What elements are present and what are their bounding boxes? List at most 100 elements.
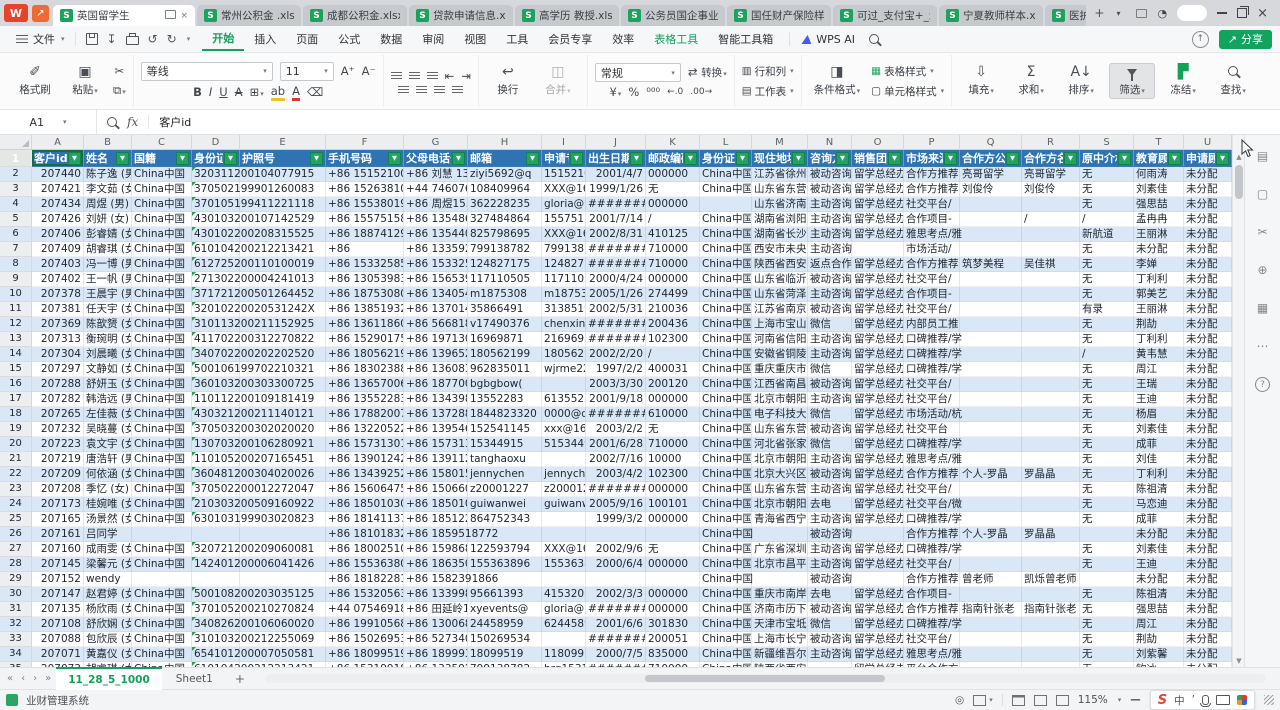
cell[interactable]: China中国 [700, 227, 752, 242]
table-header-cell[interactable]: 国籍▼ [132, 150, 192, 167]
cell[interactable]: 无 [1080, 632, 1134, 647]
cell[interactable]: 2002/9/6 [586, 542, 646, 557]
cell[interactable]: 微信 [808, 362, 852, 377]
cell[interactable]: 重庆重庆市 [752, 362, 808, 377]
cell[interactable]: 710000 [646, 257, 700, 272]
search-icon[interactable] [869, 34, 879, 44]
cell[interactable] [960, 302, 1022, 317]
cell[interactable] [1022, 392, 1080, 407]
cell[interactable]: 无 [1080, 482, 1134, 497]
cell[interactable]: 207208 [32, 482, 84, 497]
cell[interactable]: 微信 [808, 317, 852, 332]
cell[interactable]: ######## [586, 602, 646, 617]
cell[interactable]: 610104200212213421 [192, 662, 240, 667]
cell[interactable] [852, 572, 904, 587]
cell[interactable]: China中国 [700, 482, 752, 497]
cell[interactable] [960, 512, 1022, 527]
cell[interactable]: China中国 [132, 587, 192, 602]
cell[interactable]: 王迪 [1134, 392, 1184, 407]
cell[interactable]: 207402 [32, 272, 84, 287]
decrease-decimal-icon[interactable]: ←.0 [667, 87, 683, 97]
font-color-button[interactable]: A [292, 84, 300, 101]
cell[interactable] [960, 542, 1022, 557]
font-name-select[interactable]: 等线▾ [141, 62, 273, 81]
cell[interactable]: China中国 [132, 662, 192, 667]
menu-item[interactable]: 表格工具 [644, 28, 708, 50]
ime-punctuation-icon[interactable]: ’ [1192, 694, 1195, 706]
upgrade-icon[interactable]: ↑ [1192, 31, 1209, 48]
cell[interactable] [960, 482, 1022, 497]
cell[interactable]: 被动咨询 [808, 302, 852, 317]
file-tab[interactable]: S医护五险一金.xlsx [1045, 5, 1086, 26]
cell[interactable]: 成雨雯 (女 [84, 542, 132, 557]
cell[interactable]: 无 [1080, 617, 1134, 632]
cell[interactable]: +86 18101832 [326, 527, 404, 542]
cell[interactable]: +86 1372884680 [404, 407, 468, 422]
cell[interactable]: China中国 [700, 572, 752, 587]
cell[interactable]: China中国 [700, 257, 752, 272]
cell[interactable]: 未分配 [1184, 272, 1232, 287]
cell[interactable]: 799138782 [468, 662, 542, 667]
cell[interactable]: 207381 [32, 302, 84, 317]
cell[interactable]: 370502200012272047 [192, 482, 240, 497]
cell[interactable]: +86 1582391866 [404, 572, 468, 587]
export-icon[interactable]: ↧ [107, 32, 117, 46]
cell[interactable]: 留学总经办 [852, 347, 904, 362]
cell[interactable]: ######## [586, 407, 646, 422]
page-break-view-icon[interactable] [1056, 695, 1069, 706]
column-header[interactable]: I [542, 135, 586, 150]
menu-item[interactable]: 审阅 [412, 28, 454, 50]
cell[interactable]: 2003/4/2 [586, 467, 646, 482]
cell[interactable] [1022, 437, 1080, 452]
cell[interactable]: 207071 [32, 647, 84, 662]
cell[interactable]: 口碑推荐/学 [904, 542, 960, 557]
cell[interactable]: 陕西省西安 [752, 257, 808, 272]
cell[interactable]: China中国 [132, 647, 192, 662]
cell[interactable]: 去电 [808, 497, 852, 512]
cell[interactable]: 天津市宝坻 [752, 617, 808, 632]
cell[interactable] [1022, 452, 1080, 467]
cell[interactable]: 周煜 (男) [84, 197, 132, 212]
cell[interactable]: 无 [1080, 167, 1134, 182]
cell[interactable]: 108409964 [468, 182, 542, 197]
file-tab[interactable]: S可过_支付宝+_滴滴 [833, 5, 937, 26]
cell[interactable]: +86 13657006 [326, 377, 404, 392]
cell[interactable]: China中国 [700, 302, 752, 317]
cell[interactable]: 370105200210270824 [192, 602, 240, 617]
cell[interactable]: 口碑推荐/学 [904, 512, 960, 527]
cell[interactable]: 000000 [646, 512, 700, 527]
row-header[interactable]: 16 [0, 377, 32, 392]
cell[interactable]: 留学总经办 [852, 617, 904, 632]
cell[interactable]: 未分配 [1184, 362, 1232, 377]
cell[interactable]: 口碑推荐/学 [904, 332, 960, 347]
cell[interactable]: China中国 [700, 602, 752, 617]
cell[interactable]: 962835011 [468, 362, 542, 377]
cell[interactable]: 赵君婷 (女 [84, 587, 132, 602]
cell[interactable]: 未分配 [1184, 227, 1232, 242]
cell[interactable]: 衡琬明 (女 [84, 332, 132, 347]
table-header-cell[interactable]: 手机号码▼ [326, 150, 404, 167]
cell[interactable]: China中国 [700, 587, 752, 602]
cell[interactable]: ######## [586, 632, 646, 647]
cell[interactable]: 无 [1080, 647, 1134, 662]
cell[interactable]: 未分配 [1184, 212, 1232, 227]
cell[interactable]: 未分配 [1184, 317, 1232, 332]
cell[interactable]: +86 19910568 [326, 617, 404, 632]
cell[interactable]: 155751588 [542, 212, 586, 227]
cell[interactable]: 河南省信阳 [752, 332, 808, 347]
cell[interactable]: 362228235 [468, 197, 542, 212]
cell[interactable]: 去电 [808, 587, 852, 602]
cell[interactable]: +86 18141137 [326, 512, 404, 527]
number-format-select[interactable]: 常规▾ [595, 63, 681, 82]
cell[interactable]: 630103199903020823 [192, 512, 240, 527]
horizontal-scrollbar[interactable] [265, 674, 1266, 683]
cell[interactable]: China中国 [132, 422, 192, 437]
cell[interactable]: 上海市宝山 [752, 317, 808, 332]
cell[interactable]: 社交平台/ [904, 482, 960, 497]
cell[interactable]: 未分配 [1184, 167, 1232, 182]
cell[interactable]: 207165 [32, 512, 84, 527]
table-header-cell[interactable]: 申请顾问▼ [1184, 150, 1232, 167]
italic-button[interactable]: I [209, 85, 212, 99]
cell[interactable]: 口碑推荐/学 [904, 437, 960, 452]
cell[interactable]: China中国 [132, 392, 192, 407]
